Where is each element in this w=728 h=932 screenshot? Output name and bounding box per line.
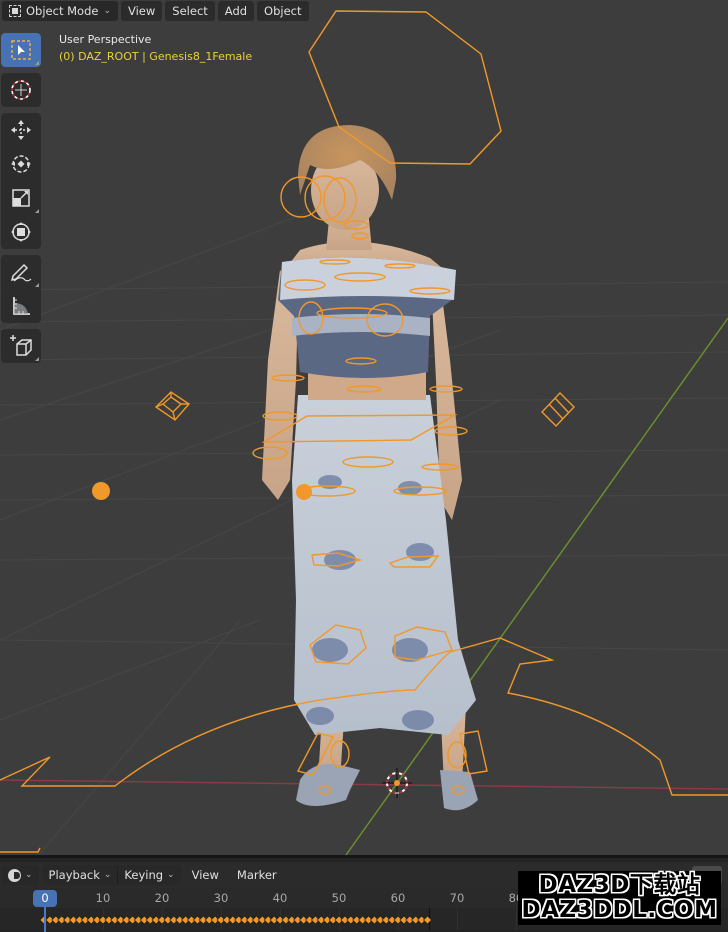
tool-add-cube[interactable] xyxy=(1,329,41,363)
tool-group-cursor xyxy=(1,73,41,107)
timeline-marker-menu[interactable]: Marker xyxy=(230,868,284,882)
3d-cursor[interactable] xyxy=(382,768,412,798)
tool-options-corner xyxy=(35,209,39,213)
x-axis-line xyxy=(0,779,728,790)
tool-options-corner xyxy=(35,283,39,287)
frame-tick: 10 xyxy=(95,891,111,905)
chevron-down-icon: ⌄ xyxy=(25,870,33,880)
editor-type-selector[interactable]: ⌄ xyxy=(2,865,39,885)
cursor-icon xyxy=(11,80,31,100)
tool-rotate[interactable] xyxy=(1,147,41,181)
playhead[interactable] xyxy=(44,907,46,932)
hand-controller-sphere[interactable] xyxy=(296,484,312,500)
clock-icon xyxy=(8,868,21,882)
tool-group-select xyxy=(1,33,41,67)
light-object-cube[interactable] xyxy=(154,391,191,421)
tool-group-annotate xyxy=(1,255,41,323)
annotate-icon xyxy=(10,263,32,282)
menu-object[interactable]: Object xyxy=(257,0,309,21)
tool-select-box[interactable] xyxy=(1,33,41,67)
viewport-header: Object Mode ⌄ View Select Add Object xyxy=(0,0,309,21)
keying-menu[interactable]: Keying ⌄ xyxy=(117,865,180,885)
menu-view[interactable]: View xyxy=(121,0,163,21)
watermark-line1: DAZ3D下载站 xyxy=(538,872,701,898)
chevron-down-icon: ⌄ xyxy=(103,5,111,16)
frame-tick: 60 xyxy=(390,891,406,905)
move-icon xyxy=(11,120,31,140)
menu-select[interactable]: Select xyxy=(165,0,215,21)
frame-tick: 40 xyxy=(272,891,288,905)
scale-icon xyxy=(12,189,30,207)
measure-icon xyxy=(13,297,30,315)
tool-scale[interactable] xyxy=(1,181,41,215)
tool-group-add xyxy=(1,329,41,363)
frame-tick: 70 xyxy=(449,891,465,905)
frame-gridline xyxy=(457,908,458,930)
3d-viewport[interactable]: Object Mode ⌄ View Select Add Object Use… xyxy=(0,0,728,855)
playback-menu[interactable]: Playback ⌄ xyxy=(43,865,118,885)
scene-canvas[interactable] xyxy=(0,0,728,855)
frame-tick: 50 xyxy=(331,891,347,905)
playback-keying-group: Playback ⌄ Keying ⌄ xyxy=(42,865,181,885)
view-name: User Perspective xyxy=(59,33,152,46)
mode-label: Object Mode xyxy=(26,3,99,18)
tool-cursor[interactable] xyxy=(1,73,41,107)
watermark: DAZ3D下载站 DAZ3DDL.COM xyxy=(518,871,721,925)
tool-shelf xyxy=(1,33,41,369)
frame-gridline xyxy=(516,908,517,930)
tool-options-corner xyxy=(35,357,39,361)
tool-transform[interactable] xyxy=(1,215,41,249)
playback-label: Playback xyxy=(48,868,100,882)
chevron-down-icon: ⌄ xyxy=(103,870,112,880)
mode-selector[interactable]: Object Mode ⌄ xyxy=(2,0,118,21)
keyframes[interactable] xyxy=(40,914,440,926)
light-object-sphere[interactable] xyxy=(92,482,110,500)
frame-tick: 20 xyxy=(154,891,170,905)
watermark-line2: DAZ3DDL.COM xyxy=(521,897,718,923)
keying-label: Keying xyxy=(124,868,164,882)
chevron-down-icon: ⌄ xyxy=(167,870,175,880)
tool-group-transform xyxy=(1,113,41,249)
tool-options-corner xyxy=(35,61,39,65)
menu-add[interactable]: Add xyxy=(217,0,255,21)
viewport-info: User Perspective (0) DAZ_ROOT | Genesis8… xyxy=(59,31,252,65)
transform-icon xyxy=(11,222,31,242)
active-object-path: (0) DAZ_ROOT | Genesis8_1Female xyxy=(59,50,253,63)
frame-tick: 30 xyxy=(213,891,229,905)
select-box-icon xyxy=(11,40,31,60)
object-mode-icon xyxy=(9,4,21,17)
timeline-view-menu[interactable]: View xyxy=(185,868,226,882)
keyframe-diamond[interactable] xyxy=(423,915,432,925)
tool-annotate[interactable] xyxy=(1,255,41,289)
rotate-icon xyxy=(11,155,31,173)
light-object-box[interactable] xyxy=(541,391,575,428)
blender-window: Object Mode ⌄ View Select Add Object Use… xyxy=(0,0,728,932)
current-frame-indicator[interactable]: 0 xyxy=(33,890,57,907)
add-cube-icon xyxy=(10,335,32,356)
tool-measure[interactable] xyxy=(1,289,41,323)
tool-move[interactable] xyxy=(1,113,41,147)
